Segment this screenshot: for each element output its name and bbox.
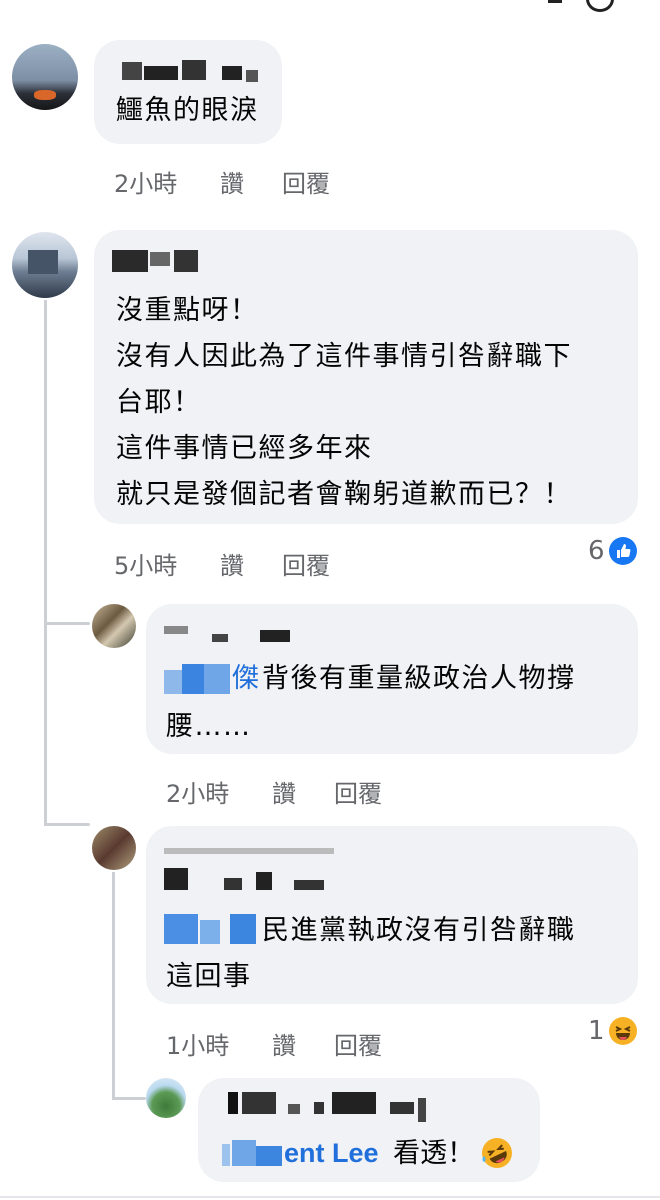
comment-time[interactable]: 1小時 [166,1026,229,1061]
avatar-pixel-detail [28,250,58,274]
reply-text: 腰…… [166,711,252,742]
reply-text: 這回事 [166,961,252,992]
comment-bubble: 沒重點呀！ 沒有人因此為了這件事情引咎辭職下 台耶！ 這件事情已經多年來 就只是… [94,230,638,524]
comment-time[interactable]: 2小時 [166,774,229,809]
reply-text: 背後有重量級政治人物撐 [262,663,576,694]
commenter-name-blurred[interactable] [112,248,202,272]
reaction-count: 1 [588,1016,605,1046]
haha-icon [608,1017,637,1045]
reply-bubble: ent Lee 看透！ [198,1078,540,1182]
mention-name-blurred[interactable] [164,664,230,694]
reaction-summary[interactable]: 6 [588,536,637,566]
like-button[interactable]: 讚 [220,164,244,199]
reply-button[interactable]: 回覆 [282,546,330,581]
reaction-count: 6 [588,536,605,566]
comment-text: 就只是發個記者會鞠躬道歉而已？！ [116,479,572,510]
avatar[interactable] [92,826,136,870]
thread-line [44,823,90,826]
top-edge-dash [548,0,562,3]
reply-meta: 1小時 讚 回覆 [166,1026,466,1060]
reply-text: 民進黨執政沒有引咎辭職 [262,915,576,946]
like-button[interactable]: 讚 [272,774,296,809]
like-icon [608,537,637,565]
comment-meta: 2小時 讚 回覆 [114,164,414,198]
avatar-fire-detail [34,90,56,100]
reply-bubble: 民進黨執政沒有引咎辭職 這回事 [146,826,638,1004]
mention-link[interactable]: 傑 [232,663,261,694]
comment-meta: 5小時 讚 回覆 [114,546,414,580]
reaction-summary[interactable]: 1 [588,1016,637,1046]
comment-text: 鱷魚的眼淚 [116,95,259,126]
reply-text-body: 看透！ [393,1138,475,1169]
rofl-icon [480,1136,514,1170]
commenter-name-blurred[interactable] [122,58,262,82]
reply-meta: 2小時 讚 回覆 [166,774,466,808]
thread-line [44,622,90,625]
commenter-name-blurred[interactable] [228,1092,428,1122]
like-button[interactable]: 讚 [220,546,244,581]
bottom-divider [0,1196,660,1198]
reply-text: ent Lee 看透！ [284,1132,474,1175]
reply-text: 傑 [232,658,261,700]
thread-line [112,1097,146,1100]
avatar[interactable] [146,1078,186,1118]
top-edge-icon [586,0,614,12]
thread-line [112,872,115,1100]
comment-text: 沒重點呀！ [116,295,259,326]
comment-time[interactable]: 2小時 [114,164,177,199]
comment-text: 台耶！ [116,387,202,418]
like-button[interactable]: 讚 [272,1026,296,1061]
avatar[interactable] [92,604,136,648]
mention-name-blurred[interactable] [164,914,260,944]
comment-time[interactable]: 5小時 [114,546,177,581]
avatar[interactable] [12,44,78,110]
mention-link[interactable]: ent Lee [284,1138,379,1168]
comment-text: 這件事情已經多年來 [116,433,373,464]
comment-text: 沒有人因此為了這件事情引咎辭職下 [116,341,572,372]
reply-button[interactable]: 回覆 [282,164,330,199]
comment-bubble: 鱷魚的眼淚 [94,40,282,144]
thread-line [44,300,47,826]
reply-bubble: 傑 背後有重量級政治人物撐 腰…… [146,604,638,754]
avatar[interactable] [12,232,78,298]
mention-name-blurred[interactable] [222,1136,282,1166]
reply-button[interactable]: 回覆 [334,1026,382,1061]
commenter-name-blurred[interactable] [164,620,290,642]
reply-button[interactable]: 回覆 [334,774,382,809]
commenter-name-blurred[interactable] [164,848,334,890]
